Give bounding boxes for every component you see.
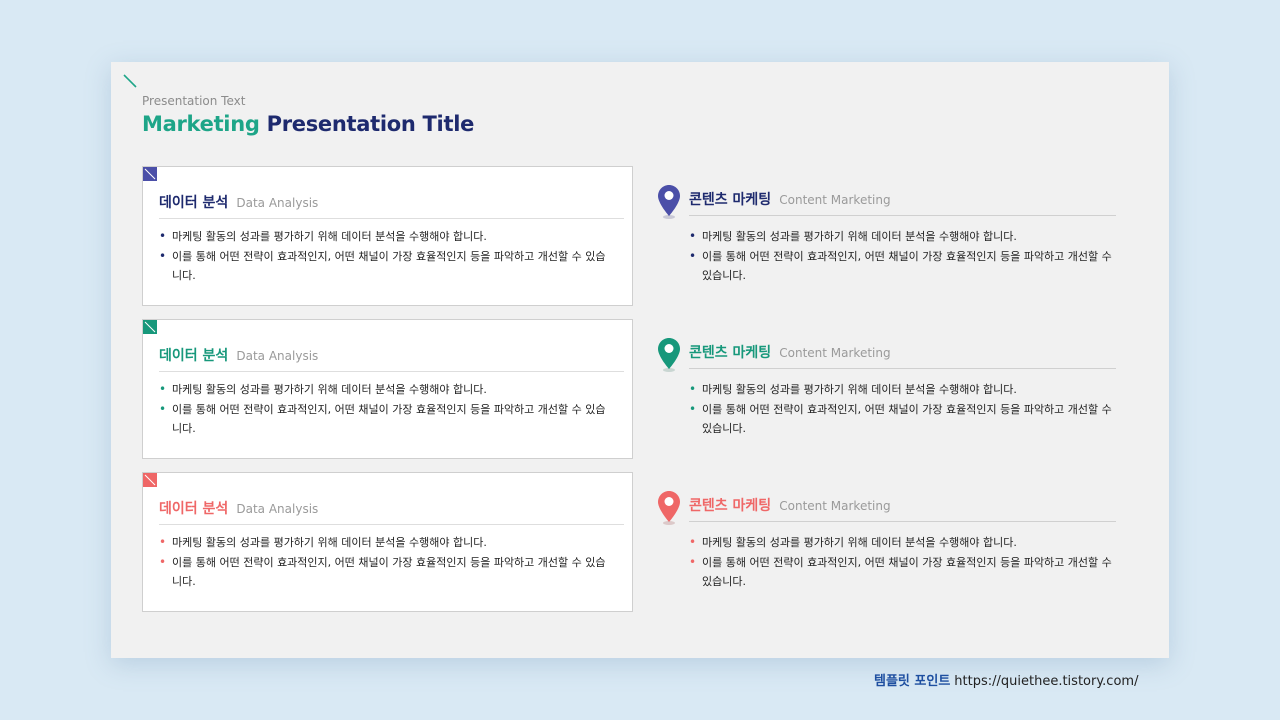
bullet-list: • 마케팅 활동의 성과를 평가하기 위해 데이터 분석을 수행해야 합니다. •… [159, 227, 614, 286]
corner-tag-icon [143, 167, 157, 181]
list-item: • 이를 통해 어떤 전략이 효과적인지, 어떤 채널이 가장 효율적인지 등을 … [689, 249, 1112, 282]
info-card: 데이터 분석 Data Analysis • 마케팅 활동의 성과를 평가하기 위… [142, 472, 633, 612]
content-item: 콘텐츠 마케팅 Content Marketing • 마케팅 활동의 성과를 평… [657, 490, 1117, 610]
info-card: 데이터 분석 Data Analysis • 마케팅 활동의 성과를 평가하기 위… [142, 319, 633, 459]
corner-tag-icon [143, 473, 157, 487]
item-title-en: Content Marketing [779, 193, 891, 207]
bullet-list: • 마케팅 활동의 성과를 평가하기 위해 데이터 분석을 수행해야 합니다. •… [159, 380, 614, 439]
list-item: • 마케팅 활동의 성과를 평가하기 위해 데이터 분석을 수행해야 합니다. [689, 229, 1017, 243]
slide-subtitle: Presentation Text [142, 94, 246, 108]
card-title: 데이터 분석 [159, 195, 229, 211]
bullet-text: 마케팅 활동의 성과를 평가하기 위해 데이터 분석을 수행해야 합니다. [172, 536, 487, 549]
corner-tag-icon [143, 320, 157, 334]
footer-url[interactable]: https://quiethee.tistory.com/ [954, 674, 1138, 689]
card-title-en: Data Analysis [236, 349, 319, 363]
footer-credit: 템플릿 포인트 https://quiethee.tistory.com/ [874, 670, 1138, 689]
info-card: 데이터 분석 Data Analysis • 마케팅 활동의 성과를 평가하기 위… [142, 166, 633, 306]
item-title-en: Content Marketing [779, 346, 891, 360]
bullet-list: • 마케팅 활동의 성과를 평가하기 위해 데이터 분석을 수행해야 합니다. •… [159, 533, 614, 592]
bullet-text: 마케팅 활동의 성과를 평가하기 위해 데이터 분석을 수행해야 합니다. [172, 230, 487, 243]
list-item: • 이를 통해 어떤 전략이 효과적인지, 어떤 채널이 가장 효율적인지 등을 … [689, 402, 1112, 435]
card-title: 데이터 분석 [159, 501, 229, 517]
card-header: 데이터 분석 Data Analysis [159, 345, 624, 372]
card-title-en: Data Analysis [236, 502, 319, 516]
bullet-list: • 마케팅 활동의 성과를 평가하기 위해 데이터 분석을 수행해야 합니다. •… [689, 380, 1114, 439]
item-title: 콘텐츠 마케팅 [689, 498, 772, 514]
accent-slash-icon [123, 74, 137, 88]
slide-title: Marketing Presentation Title [142, 112, 474, 136]
list-item: • 마케팅 활동의 성과를 평가하기 위해 데이터 분석을 수행해야 합니다. [689, 535, 1017, 549]
content-item: 콘텐츠 마케팅 Content Marketing • 마케팅 활동의 성과를 평… [657, 184, 1117, 304]
bullet-text: 마케팅 활동의 성과를 평가하기 위해 데이터 분석을 수행해야 합니다. [702, 536, 1017, 549]
content-item: 콘텐츠 마케팅 Content Marketing • 마케팅 활동의 성과를 평… [657, 337, 1117, 457]
title-highlight: Marketing [142, 112, 260, 136]
list-item: • 마케팅 활동의 성과를 평가하기 위해 데이터 분석을 수행해야 합니다. [159, 382, 487, 396]
list-item: • 마케팅 활동의 성과를 평가하기 위해 데이터 분석을 수행해야 합니다. [159, 229, 487, 243]
bullet-text: 이를 통해 어떤 전략이 효과적인지, 어떤 채널이 가장 효율적인지 등을 파… [702, 250, 1112, 282]
bullet-text: 마케팅 활동의 성과를 평가하기 위해 데이터 분석을 수행해야 합니다. [172, 383, 487, 396]
list-item: • 이를 통해 어떤 전략이 효과적인지, 어떤 채널이 가장 효율적인지 등을 … [159, 249, 606, 282]
item-title: 콘텐츠 마케팅 [689, 345, 772, 361]
item-header: 콘텐츠 마케팅 Content Marketing [689, 342, 1116, 369]
card-header: 데이터 분석 Data Analysis [159, 192, 624, 219]
bullet-text: 마케팅 활동의 성과를 평가하기 위해 데이터 분석을 수행해야 합니다. [702, 230, 1017, 243]
bullet-text: 마케팅 활동의 성과를 평가하기 위해 데이터 분석을 수행해야 합니다. [702, 383, 1017, 396]
bullet-text: 이를 통해 어떤 전략이 효과적인지, 어떤 채널이 가장 효율적인지 등을 파… [172, 556, 606, 588]
card-header: 데이터 분석 Data Analysis [159, 498, 624, 525]
bullet-text: 이를 통해 어떤 전략이 효과적인지, 어떤 채널이 가장 효율적인지 등을 파… [702, 556, 1112, 588]
card-title: 데이터 분석 [159, 348, 229, 364]
footer-brand: 템플릿 포인트 [874, 674, 951, 689]
list-item: • 마케팅 활동의 성과를 평가하기 위해 데이터 분석을 수행해야 합니다. [159, 535, 487, 549]
bullet-text: 이를 통해 어떤 전략이 효과적인지, 어떤 채널이 가장 효율적인지 등을 파… [702, 403, 1112, 435]
list-item: • 이를 통해 어떤 전략이 효과적인지, 어떤 채널이 가장 효율적인지 등을 … [159, 555, 606, 588]
list-item: • 이를 통해 어떤 전략이 효과적인지, 어떤 채널이 가장 효율적인지 등을 … [159, 402, 606, 435]
slide: Presentation Text Marketing Presentation… [111, 62, 1169, 658]
item-header: 콘텐츠 마케팅 Content Marketing [689, 189, 1116, 216]
bullet-text: 이를 통해 어떤 전략이 효과적인지, 어떤 채널이 가장 효율적인지 등을 파… [172, 403, 606, 435]
item-title: 콘텐츠 마케팅 [689, 192, 772, 208]
map-pin-icon [658, 491, 680, 525]
bullet-list: • 마케팅 활동의 성과를 평가하기 위해 데이터 분석을 수행해야 합니다. •… [689, 227, 1114, 286]
item-title-en: Content Marketing [779, 499, 891, 513]
list-item: • 마케팅 활동의 성과를 평가하기 위해 데이터 분석을 수행해야 합니다. [689, 382, 1017, 396]
bullet-list: • 마케팅 활동의 성과를 평가하기 위해 데이터 분석을 수행해야 합니다. •… [689, 533, 1114, 592]
bullet-text: 이를 통해 어떤 전략이 효과적인지, 어떤 채널이 가장 효율적인지 등을 파… [172, 250, 606, 282]
title-main: Presentation Title [266, 112, 475, 136]
item-header: 콘텐츠 마케팅 Content Marketing [689, 495, 1116, 522]
card-title-en: Data Analysis [236, 196, 319, 210]
map-pin-icon [658, 185, 680, 219]
list-item: • 이를 통해 어떤 전략이 효과적인지, 어떤 채널이 가장 효율적인지 등을 … [689, 555, 1112, 588]
map-pin-icon [658, 338, 680, 372]
